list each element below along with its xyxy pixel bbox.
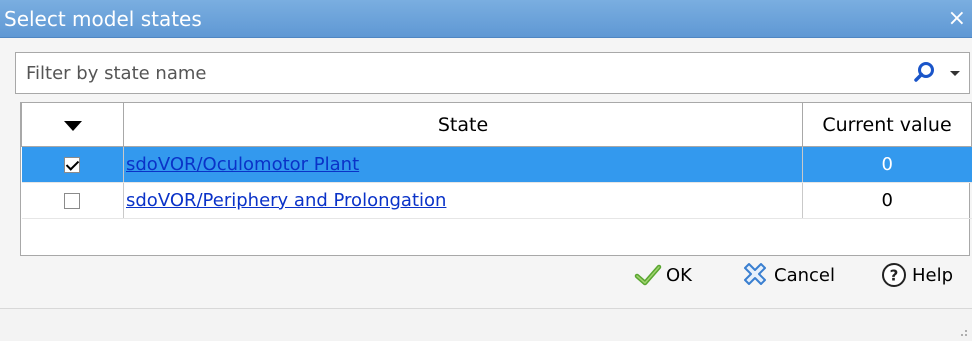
title-bar: Select model states × <box>0 0 972 38</box>
row-checkbox[interactable] <box>64 157 81 173</box>
state-link[interactable]: sdoVOR/Oculomotor Plant <box>124 154 359 175</box>
table-header: State Current value <box>21 102 972 147</box>
window-title: Select model states <box>4 7 202 31</box>
cancel-button[interactable]: Cancel <box>740 255 835 295</box>
triangle-down-icon[interactable] <box>63 120 82 131</box>
filter-box <box>15 52 970 94</box>
current-value-column-header[interactable]: Current value <box>802 102 972 147</box>
cancel-x-icon <box>744 263 766 285</box>
states-table-container: State Current value sdoVOR/Oculomotor Pl… <box>20 102 972 256</box>
chevron-down-icon[interactable] <box>946 60 964 86</box>
cancel-label: Cancel <box>774 264 835 286</box>
help-icon: ? <box>882 263 906 287</box>
status-bar <box>0 308 972 341</box>
current-value-cell[interactable]: 0 <box>802 182 972 219</box>
help-label: Help <box>912 264 954 286</box>
state-column-header[interactable]: State <box>123 102 803 147</box>
state-cell: sdoVOR/Oculomotor Plant <box>123 146 803 183</box>
table-row[interactable]: sdoVOR/Periphery and Prolongation 0 <box>21 182 972 219</box>
states-table: State Current value sdoVOR/Oculomotor Pl… <box>21 102 972 219</box>
filter-input[interactable] <box>26 53 886 93</box>
current-value-cell[interactable]: 0 <box>802 146 972 183</box>
table-row[interactable]: sdoVOR/Oculomotor Plant 0 <box>21 146 972 183</box>
ok-button[interactable]: OK <box>634 255 692 295</box>
ok-label: OK <box>666 264 692 286</box>
dialog-body: State Current value sdoVOR/Oculomotor Pl… <box>0 38 972 341</box>
state-cell: sdoVOR/Periphery and Prolongation <box>123 182 803 219</box>
row-checkbox-cell <box>21 182 124 219</box>
search-icon[interactable] <box>912 60 938 86</box>
svg-text:?: ? <box>890 267 899 285</box>
row-checkbox[interactable] <box>64 193 81 209</box>
row-checkbox-cell <box>21 146 124 183</box>
resize-grip-icon[interactable] <box>958 327 968 337</box>
checkmark-icon <box>634 264 662 286</box>
close-icon[interactable]: × <box>948 0 966 38</box>
select-all-header[interactable] <box>21 102 124 147</box>
help-button[interactable]: ? Help <box>880 255 953 295</box>
state-link[interactable]: sdoVOR/Periphery and Prolongation <box>124 190 446 211</box>
